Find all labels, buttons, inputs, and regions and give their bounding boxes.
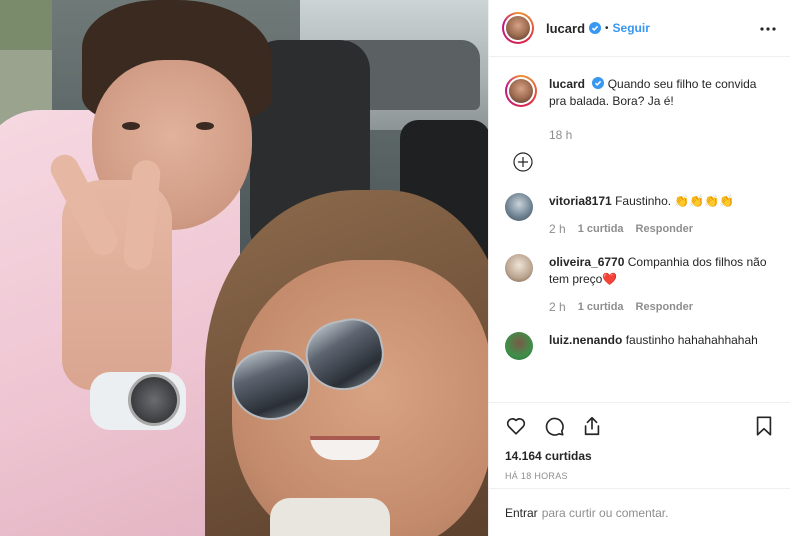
post-photo[interactable] (0, 0, 488, 536)
share-icon[interactable] (581, 415, 603, 437)
likes-count[interactable]: 14.164 curtidas (505, 449, 775, 463)
author-username[interactable]: lucard (546, 21, 585, 36)
commenter-avatar[interactable] (505, 332, 533, 360)
comment-likes[interactable]: 1 curtida (578, 301, 624, 313)
post-sidebar: lucard • Seguir lucard Quando seu filho … (488, 0, 790, 536)
comments-list[interactable]: lucard Quando seu filho te convida pra b… (489, 58, 790, 402)
sunglasses (232, 312, 402, 420)
post-actions: 14.164 curtidas HÁ 18 HORAS (489, 402, 790, 481)
bookmark-icon[interactable] (753, 415, 775, 437)
post-caption: lucard Quando seu filho te convida pra b… (505, 58, 775, 142)
wristwatch-face (128, 374, 180, 426)
follow-button[interactable]: Seguir (613, 21, 650, 35)
login-link[interactable]: Entrar (505, 506, 538, 520)
reply-button[interactable]: Responder (636, 301, 693, 313)
commenter-avatar[interactable] (505, 254, 533, 282)
post-header: lucard • Seguir (489, 0, 790, 57)
comment-time[interactable]: 2 h (549, 300, 566, 314)
caption-author-avatar[interactable] (505, 75, 537, 107)
comment-meta: 2 h 1 curtida Responder (549, 300, 775, 314)
like-heart-icon[interactable] (505, 415, 527, 437)
comment-text: faustinho hahahahhahah (625, 333, 758, 347)
post-timestamp[interactable]: HÁ 18 HORAS (505, 471, 775, 481)
commenter-username[interactable]: vitoria8171 (549, 194, 612, 208)
comment-item: oliveira_6770 Companhia dos filhos não t… (505, 254, 775, 314)
woman-top (270, 498, 390, 536)
caption-time[interactable]: 18 h (549, 128, 775, 142)
reply-button[interactable]: Responder (636, 223, 693, 235)
commenter-avatar[interactable] (505, 193, 533, 221)
separator-dot: • (605, 22, 609, 34)
comment-text: Faustinho. 👏👏👏👏 (615, 194, 735, 208)
more-options-icon[interactable] (759, 20, 777, 38)
comment-meta: 2 h 1 curtida Responder (549, 222, 775, 236)
comment-item: vitoria8171 Faustinho. 👏👏👏👏 2 h 1 curtid… (505, 193, 775, 236)
load-more-comments-icon[interactable] (513, 152, 533, 172)
instagram-post: lucard • Seguir lucard Quando seu filho … (0, 0, 790, 536)
add-comment-section: Entrar para curtir ou comentar. (489, 488, 790, 536)
comment-time[interactable]: 2 h (549, 222, 566, 236)
comment-item: luiz.nenando faustinho hahahahhahah (505, 332, 775, 360)
commenter-username[interactable]: oliveira_6770 (549, 255, 624, 269)
comment-bubble-icon[interactable] (543, 415, 565, 437)
author-avatar[interactable] (502, 12, 534, 44)
verified-badge-icon (589, 22, 602, 34)
commenter-username[interactable]: luiz.nenando (549, 333, 622, 347)
comment-prompt: para curtir ou comentar. (541, 505, 669, 520)
comment-likes[interactable]: 1 curtida (578, 223, 624, 235)
caption-username[interactable]: lucard (549, 77, 585, 91)
verified-badge-icon (592, 77, 605, 89)
